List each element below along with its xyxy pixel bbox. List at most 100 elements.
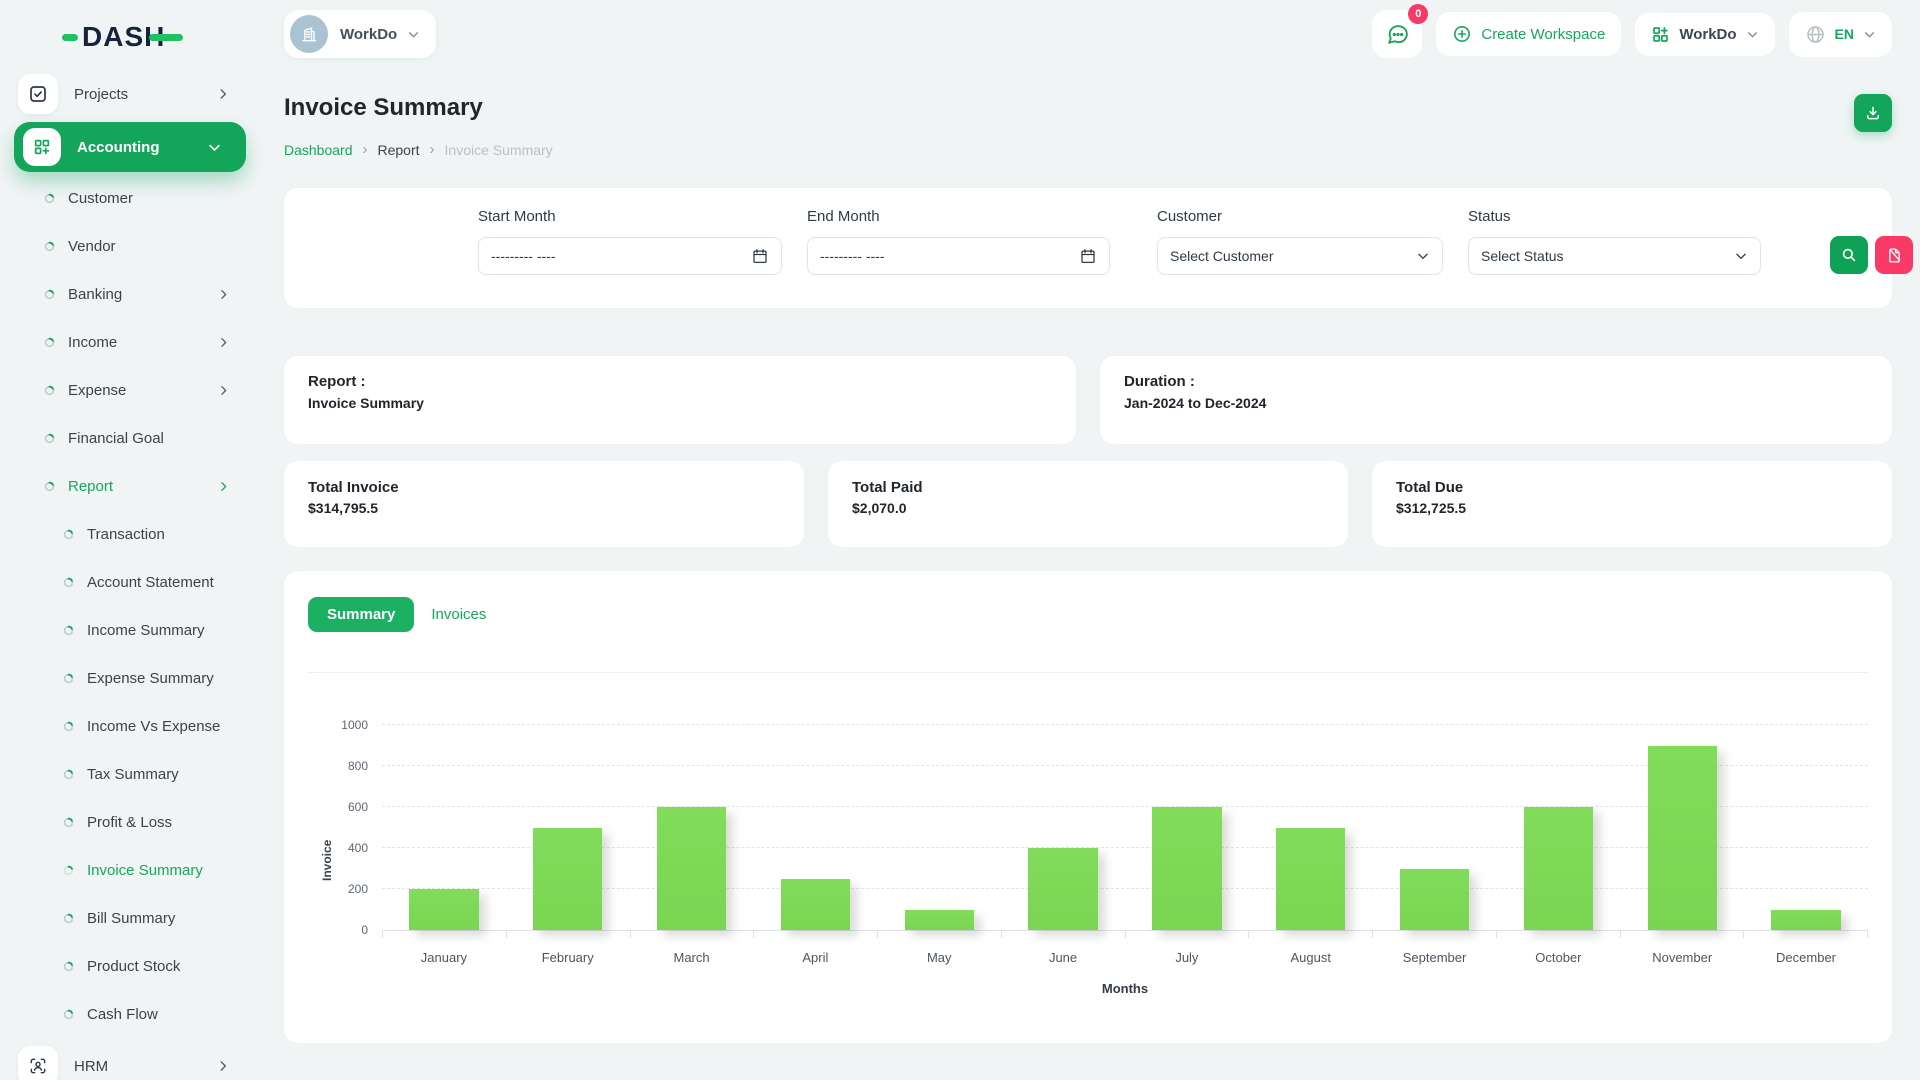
bar-slot-november bbox=[1620, 725, 1744, 930]
start-month-label: Start Month bbox=[478, 208, 782, 225]
sidebar-item-hrm[interactable]: HRM bbox=[0, 1042, 260, 1080]
chevron-right-icon: › bbox=[430, 141, 435, 158]
bullet-icon bbox=[63, 1009, 74, 1020]
account-menu[interactable]: WorkDo bbox=[1635, 13, 1774, 56]
workspace-switcher[interactable]: WorkDo bbox=[284, 10, 436, 58]
sidebar-item-profit-loss[interactable]: Profit & Loss bbox=[0, 798, 260, 846]
sidebar-item-expense[interactable]: Expense bbox=[0, 366, 260, 414]
sidebar: DASH Projects Accounting bbox=[0, 0, 260, 1080]
chevron-down-icon bbox=[207, 140, 222, 155]
x-axis-labels: JanuaryFebruaryMarchAprilMayJuneJulyAugu… bbox=[382, 938, 1868, 965]
x-label-september: September bbox=[1373, 950, 1497, 965]
sidebar-item-transaction[interactable]: Transaction bbox=[0, 510, 260, 558]
bar-august[interactable] bbox=[1276, 828, 1345, 931]
axis-tick bbox=[1373, 931, 1497, 938]
end-month-input[interactable]: --------- ---- bbox=[807, 237, 1110, 275]
sidebar-item-label: Financial Goal bbox=[68, 430, 230, 447]
dash-logo[interactable]: DASH bbox=[0, 8, 260, 66]
status-select[interactable]: Select Status bbox=[1468, 237, 1761, 275]
chevron-down-icon bbox=[407, 28, 420, 41]
bar-september[interactable] bbox=[1400, 869, 1469, 931]
axis-tick bbox=[1249, 931, 1373, 938]
bullet-icon bbox=[63, 769, 74, 780]
sidebar-item-cash-flow[interactable]: Cash Flow bbox=[0, 990, 260, 1038]
bar-march[interactable] bbox=[657, 807, 726, 930]
language-selector[interactable]: EN bbox=[1789, 12, 1892, 57]
sidebar-item-financial-goal[interactable]: Financial Goal bbox=[0, 414, 260, 462]
axis-tick bbox=[382, 931, 507, 938]
sidebar-item-expense-summary[interactable]: Expense Summary bbox=[0, 654, 260, 702]
bar-november[interactable] bbox=[1648, 746, 1717, 931]
x-label-february: February bbox=[506, 950, 630, 965]
bar-october[interactable] bbox=[1524, 807, 1593, 930]
sidebar-item-label: Income Vs Expense bbox=[87, 718, 230, 735]
plot-column: 02004006008001000 JanuaryFebruaryMarchAp… bbox=[382, 725, 1868, 996]
bullet-icon bbox=[63, 721, 74, 732]
chart-plot: 02004006008001000 bbox=[382, 725, 1868, 930]
create-workspace-button[interactable]: Create Workspace bbox=[1436, 12, 1621, 56]
sidebar-item-tax-summary[interactable]: Tax Summary bbox=[0, 750, 260, 798]
workspace-name: WorkDo bbox=[340, 26, 397, 43]
bullet-icon bbox=[63, 817, 74, 828]
customer-field: Customer Select Customer bbox=[1157, 208, 1443, 275]
chevron-right-icon bbox=[217, 336, 230, 349]
sidebar-item-customer[interactable]: Customer bbox=[0, 174, 260, 222]
bar-april[interactable] bbox=[781, 879, 850, 930]
bar-may[interactable] bbox=[905, 910, 974, 931]
bar-july[interactable] bbox=[1152, 807, 1221, 930]
sidebar-item-label: Tax Summary bbox=[87, 766, 230, 783]
tab-summary[interactable]: Summary bbox=[308, 597, 414, 632]
stat-label: Total Invoice bbox=[308, 479, 780, 496]
axis-tick bbox=[754, 931, 878, 938]
reset-filter-button[interactable] bbox=[1875, 236, 1913, 274]
top-bar: WorkDo 0 Create Workspace WorkDo bbox=[284, 0, 1892, 58]
bullet-icon bbox=[44, 433, 55, 444]
sidebar-item-banking[interactable]: Banking bbox=[0, 270, 260, 318]
bar-slot-june bbox=[1001, 725, 1125, 930]
start-month-placeholder: --------- ---- bbox=[491, 248, 556, 264]
logo-dash-icon bbox=[149, 34, 183, 41]
globe-icon bbox=[1805, 24, 1826, 45]
sidebar-item-income[interactable]: Income bbox=[0, 318, 260, 366]
breadcrumb-report[interactable]: Report bbox=[378, 142, 420, 158]
sidebar-item-accounting[interactable]: Accounting bbox=[14, 122, 246, 172]
search-button[interactable] bbox=[1830, 236, 1868, 274]
customer-select[interactable]: Select Customer bbox=[1157, 237, 1443, 275]
bar-january[interactable] bbox=[409, 889, 478, 930]
sidebar-item-label: Accounting bbox=[77, 139, 207, 156]
sidebar-item-projects[interactable]: Projects bbox=[0, 70, 260, 118]
axis-tick bbox=[878, 931, 1002, 938]
sidebar-item-bill-summary[interactable]: Bill Summary bbox=[0, 894, 260, 942]
messages-button[interactable]: 0 bbox=[1372, 10, 1422, 58]
sidebar-item-label: Bill Summary bbox=[87, 910, 230, 927]
status-select-value: Select Status bbox=[1481, 248, 1564, 264]
start-month-field: Start Month --------- ---- bbox=[478, 208, 782, 275]
bar-june[interactable] bbox=[1028, 848, 1097, 930]
sidebar-item-income-summary[interactable]: Income Summary bbox=[0, 606, 260, 654]
sidebar-item-label: Projects bbox=[74, 86, 216, 103]
chevron-right-icon bbox=[216, 87, 230, 101]
sidebar-item-vendor[interactable]: Vendor bbox=[0, 222, 260, 270]
duration-card: Duration : Jan-2024 to Dec-2024 bbox=[1100, 356, 1892, 444]
tab-invoices[interactable]: Invoices bbox=[431, 606, 486, 623]
y-axis-title: Invoice bbox=[320, 758, 334, 963]
status-label: Status bbox=[1468, 208, 1761, 225]
stats-row: Total Invoice $314,795.5 Total Paid $2,0… bbox=[284, 461, 1892, 547]
end-month-field: End Month --------- ---- bbox=[807, 208, 1110, 275]
sidebar-item-invoice-summary[interactable]: Invoice Summary bbox=[0, 846, 260, 894]
breadcrumb-dashboard[interactable]: Dashboard bbox=[284, 142, 353, 158]
sidebar-item-report[interactable]: Report bbox=[0, 462, 260, 510]
sidebar-item-account-statement[interactable]: Account Statement bbox=[0, 558, 260, 606]
bar-february[interactable] bbox=[533, 828, 602, 931]
sidebar-item-product-stock[interactable]: Product Stock bbox=[0, 942, 260, 990]
bullet-icon bbox=[44, 337, 55, 348]
bar-december[interactable] bbox=[1771, 910, 1840, 931]
y-tick-400: 400 bbox=[348, 841, 368, 855]
app: DASH Projects Accounting bbox=[0, 0, 1920, 1080]
y-tick-600: 600 bbox=[348, 800, 368, 814]
start-month-input[interactable]: --------- ---- bbox=[478, 237, 782, 275]
download-button[interactable] bbox=[1854, 94, 1892, 132]
account-menu-label: WorkDo bbox=[1679, 26, 1736, 43]
chevron-down-icon bbox=[1734, 249, 1748, 263]
sidebar-item-income-vs-expense[interactable]: Income Vs Expense bbox=[0, 702, 260, 750]
